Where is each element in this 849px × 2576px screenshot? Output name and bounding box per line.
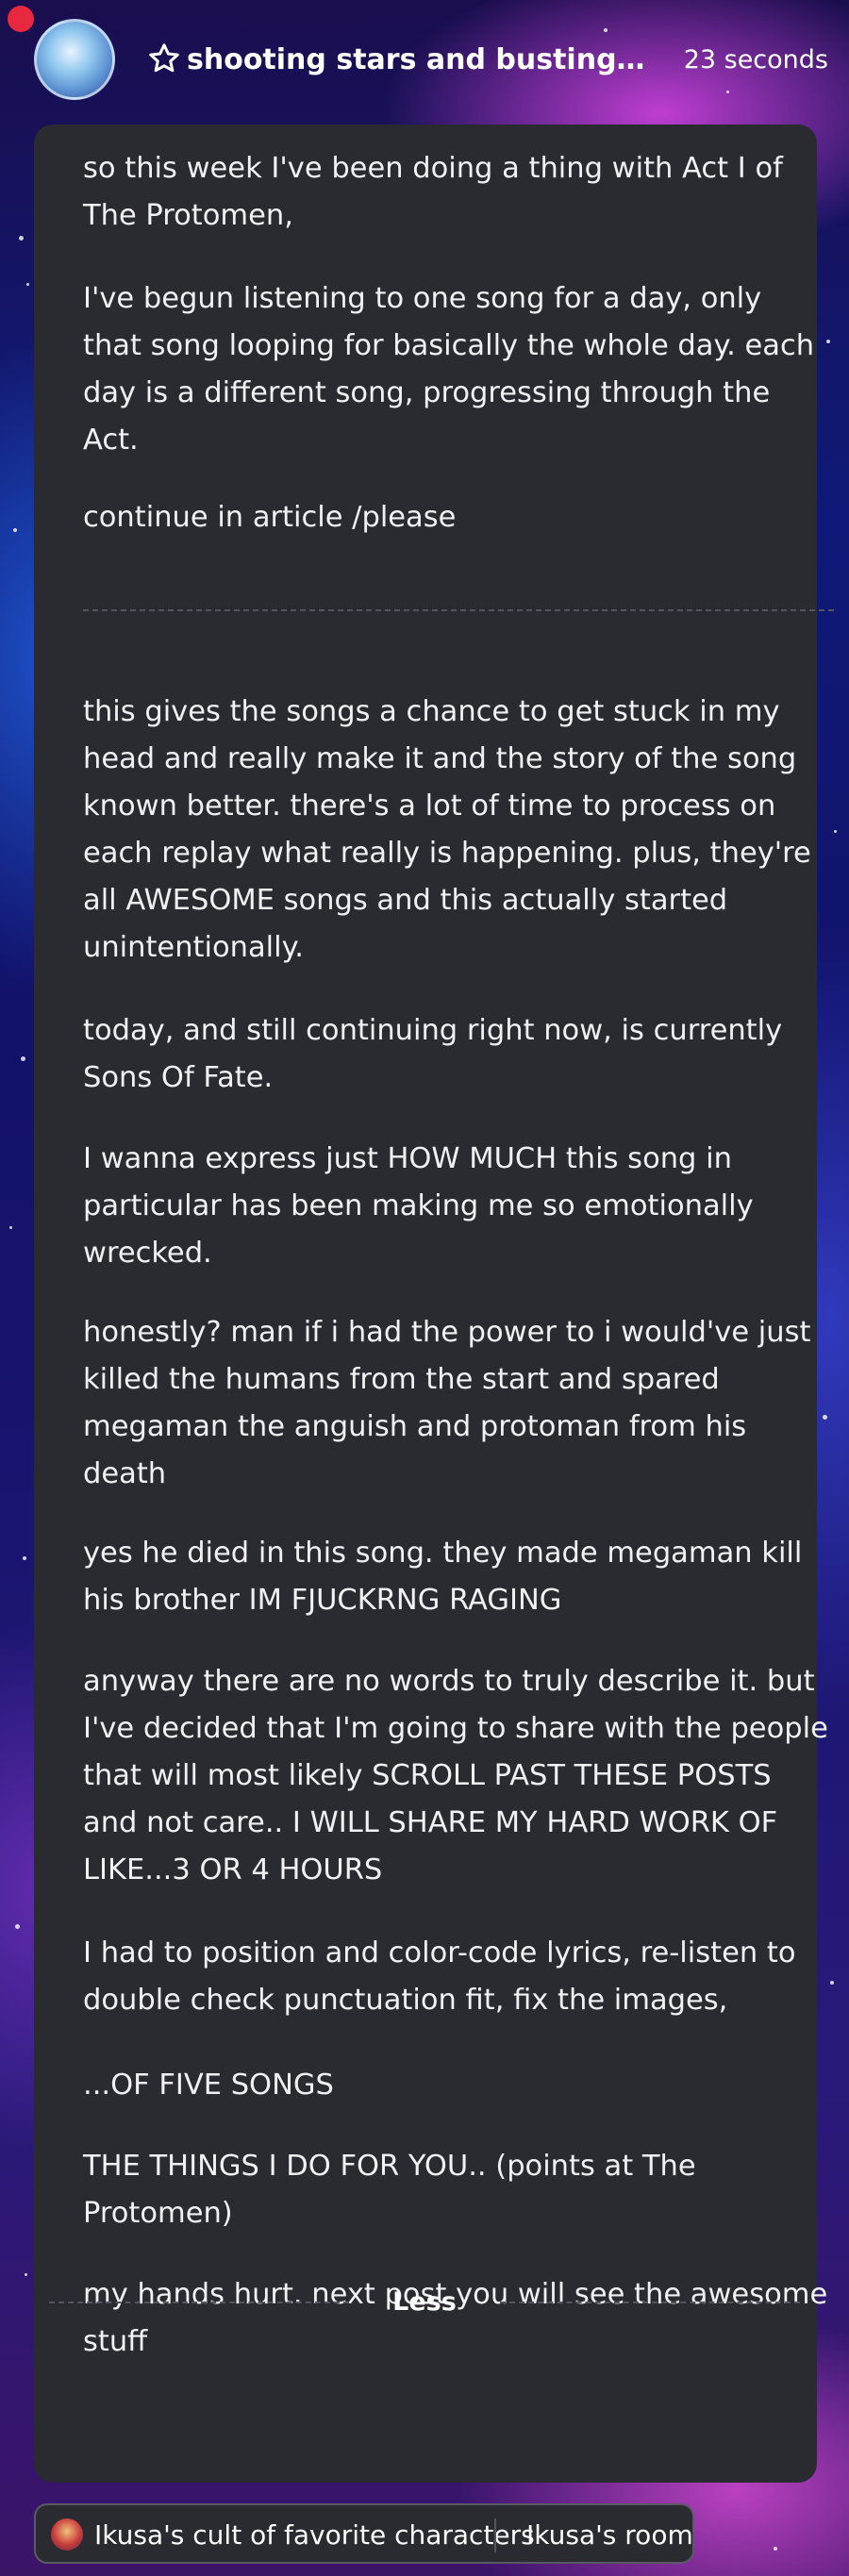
post-paragraph: this gives the songs a chance to get stu…: [83, 695, 811, 964]
community-bar: Ikusa's cult of favorite characters Ikus…: [34, 2503, 694, 2564]
post-card: so this week I've been doing a thing wit…: [34, 125, 834, 2483]
star-outline-icon: [149, 43, 179, 73]
less-button[interactable]: Less: [340, 2284, 509, 2321]
author-avatar[interactable]: [34, 19, 115, 100]
notification-dot: [8, 6, 34, 32]
post-paragraph: ...OF FIVE SONGS: [83, 2069, 334, 2102]
chip-separator: [494, 2518, 496, 2552]
post-paragraph: today, and still continuing right now, i…: [83, 1014, 783, 1094]
post-header: shooting stars and busting vir... 23 sec…: [0, 0, 849, 123]
post-paragraph: continue in article /please: [83, 501, 457, 534]
post-paragraph: I've begun listening to one song for a d…: [83, 282, 815, 457]
post-paragraph: yes he died in this song. they made mega…: [83, 1537, 803, 1617]
post-timestamp: 23 seconds: [683, 45, 828, 75]
room-link[interactable]: Ikusa's room: [526, 2517, 693, 2554]
post-paragraph: anyway there are no words to truly descr…: [83, 1665, 828, 1886]
community-link[interactable]: Ikusa's cult of favorite characters: [94, 2517, 538, 2554]
post-paragraph: I had to position and color-code lyrics,…: [83, 1936, 796, 2017]
post-title[interactable]: shooting stars and busting vir...: [187, 42, 649, 79]
community-avatar-icon: [51, 2518, 83, 2551]
less-divider-left: [49, 2302, 349, 2303]
less-divider-right: [500, 2302, 800, 2303]
post-paragraph: so this week I've been doing a thing wit…: [83, 152, 783, 232]
post-paragraph: I wanna express just HOW MUCH this song …: [83, 1142, 754, 1270]
post-paragraph: honestly? man if i had the power to i wo…: [83, 1316, 811, 1490]
article-divider: [83, 609, 834, 611]
post-paragraph: THE THINGS I DO FOR YOU.. (points at The…: [83, 2150, 696, 2230]
